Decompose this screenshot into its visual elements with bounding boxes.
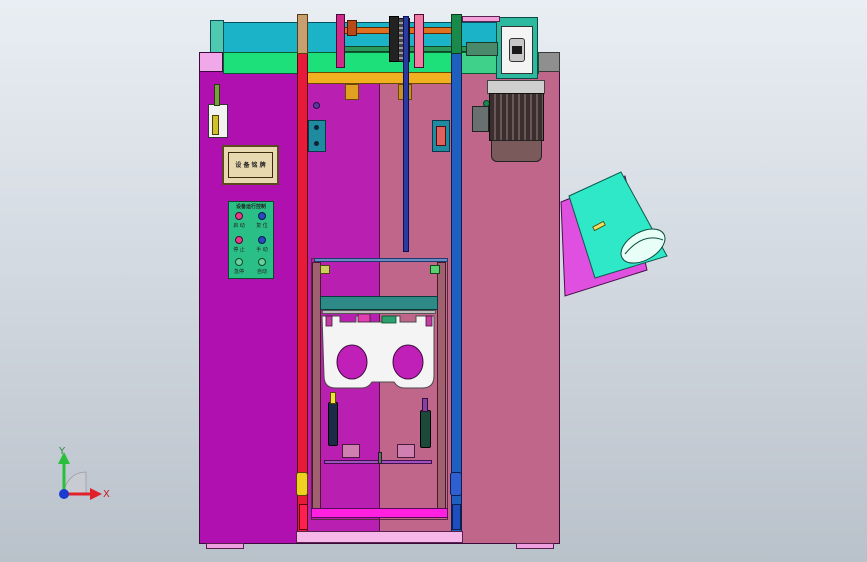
top-frame-left-lip: [210, 20, 224, 54]
gear-reducer-key: [512, 46, 522, 54]
motor-mount-plate: [487, 80, 545, 94]
left-rail-top-cap: [297, 14, 308, 54]
right-rail-bottom-clamp: [450, 472, 462, 496]
orange-cross-beam: [307, 72, 459, 84]
coordinate-triad-icon[interactable]: Y X: [48, 442, 116, 508]
right-rail-top-cap: [451, 14, 462, 54]
shaft-bearing-right: [414, 14, 424, 68]
carriage-mold-plate: [321, 314, 435, 389]
right-blue-rail: [451, 14, 462, 532]
left-cylinder-body: [328, 402, 338, 446]
left-cylinder-rod: [330, 392, 336, 404]
left-cylinder-mount: [342, 444, 360, 458]
air-valve-core: [212, 115, 219, 135]
top-left-pink-tab: [199, 52, 223, 72]
right-mount-inner: [436, 126, 446, 146]
stop-button[interactable]: [235, 236, 243, 244]
reducer-coupling: [466, 42, 498, 56]
left-red-rail: [297, 14, 308, 532]
bottom-base-plate: [296, 531, 463, 543]
carriage-fixing-left: [320, 265, 330, 274]
motor-terminal-box: [472, 106, 489, 132]
right-cylinder-rod: [422, 398, 428, 412]
stop-label: 停 止: [233, 247, 245, 253]
bottom-foot-left: [206, 543, 244, 549]
indicator-lamp: [313, 102, 320, 109]
mode-selector-button[interactable]: [258, 258, 266, 266]
nameplate-inner: 设 备 铭 牌: [228, 152, 273, 178]
auto-label: 自动: [256, 269, 267, 275]
left-rail-foot: [299, 504, 308, 530]
motor-body: [489, 93, 544, 141]
manual-button[interactable]: [258, 236, 266, 244]
left-rail-bottom-clamp: [296, 472, 308, 496]
motor-end-cap: [491, 140, 542, 162]
top-right-grey-tab: [538, 52, 560, 72]
emergency-stop-button[interactable]: [235, 258, 243, 266]
center-blue-rod: [403, 16, 409, 252]
carriage-bottom-plate: [311, 508, 448, 518]
carriage-fixing-right: [430, 265, 440, 274]
center-mount-bolt-bottom: [314, 141, 319, 146]
shaft-collar: [347, 20, 357, 36]
air-valve-stem: [214, 84, 220, 106]
triad-x-label: X: [103, 489, 110, 500]
reducer-top-flange: [462, 16, 500, 22]
control-panel-title: 设备运行控制: [235, 204, 266, 210]
orange-bracket-left: [345, 84, 359, 100]
right-cylinder-mount: [397, 444, 415, 458]
shaft-bearing-left: [336, 14, 345, 68]
center-mount-bolt-top: [314, 125, 319, 130]
start-label: 启 动: [233, 223, 245, 229]
nameplate-text: 设 备 铭 牌: [235, 161, 266, 169]
right-rail-foot: [452, 504, 461, 530]
start-button[interactable]: [235, 212, 243, 220]
carriage-teal-beam: [320, 296, 438, 310]
reset-button[interactable]: [258, 212, 266, 220]
carriage-center-post: [378, 452, 382, 464]
cad-viewport[interactable]: 设 备 铭 牌 设备运行控制 启 动 停 止 急停 复 位 手 动 自动 Y X: [0, 0, 867, 562]
emergency-label: 急停: [233, 269, 244, 275]
carriage-top-rod: [314, 258, 448, 262]
bottom-foot-right: [516, 543, 554, 549]
hopper-chute: [560, 171, 668, 297]
manual-label: 手 动: [256, 247, 268, 253]
right-cylinder-body: [420, 410, 431, 448]
triad-y-label: Y: [58, 446, 66, 457]
reset-label: 复 位: [256, 223, 268, 229]
